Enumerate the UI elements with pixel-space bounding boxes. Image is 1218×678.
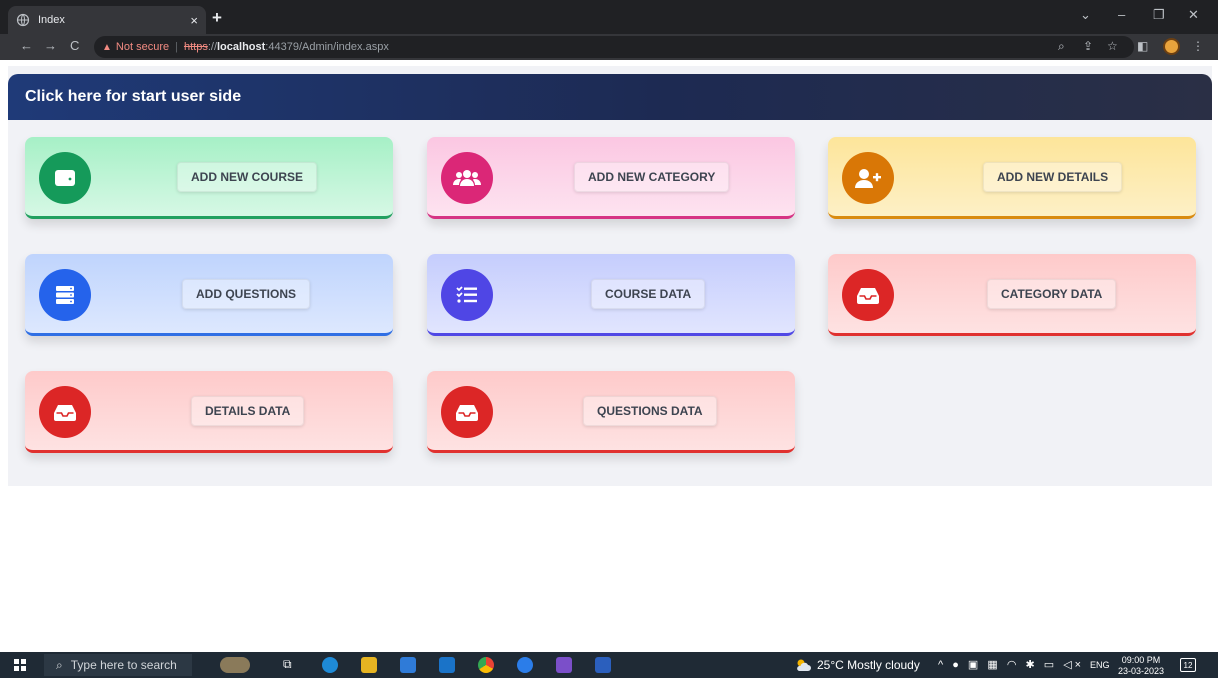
card-questions-data: QUESTIONS DATA [427,371,795,453]
card-add-new-category: ADD NEW CATEGORY [427,137,795,219]
user-plus-icon [842,152,894,204]
word-icon[interactable] [595,657,611,673]
questions-data-button[interactable]: QUESTIONS DATA [583,396,717,426]
users-icon [441,152,493,204]
file-explorer-icon[interactable] [361,657,377,673]
add-new-details-button[interactable]: ADD NEW DETAILS [983,162,1123,192]
add-questions-button[interactable]: ADD QUESTIONS [182,279,311,309]
wallet-icon [39,152,91,204]
task-view-icon[interactable]: ⧉ [283,657,299,673]
inbox-icon [441,386,493,438]
server-icon [39,269,91,321]
close-tab-icon[interactable]: × [190,13,198,28]
star-icon[interactable]: ☆ [1107,39,1118,53]
card-category-data: CATEGORY DATA [828,254,1196,336]
url-bar[interactable]: ▲ Not secure | https://localhost:44379/A… [94,36,1134,58]
admin-page: Click here for start user side ADD NEW C… [8,66,1212,486]
add-new-course-button[interactable]: ADD NEW COURSE [177,162,318,192]
visual-studio-icon[interactable] [556,657,572,673]
side-panel-icon[interactable]: ◧ [1137,39,1148,53]
system-tray-icons[interactable]: ^ ● ▣ ▦ ◠ ✱ ▭ ◁× [938,658,1084,671]
cloudy-weather-icon [797,659,811,671]
url-path: :44379/Admin/index.aspx [265,41,389,53]
divider: | [175,41,178,53]
course-data-button[interactable]: COURSE DATA [591,279,706,309]
card-course-data: COURSE DATA [427,254,795,336]
card-add-new-details: ADD NEW DETAILS [828,137,1196,219]
url-separator: :// [207,41,217,53]
reload-icon[interactable]: C [70,38,79,53]
clock-date: 23-03-2023 [1118,666,1165,676]
taskbar-clock[interactable]: 09:00 PM 23-03-2023 [1118,655,1164,677]
url-scheme: https [183,41,208,53]
weather-widget[interactable]: 25°C Mostly cloudy [795,658,920,672]
restore-icon[interactable]: ❐ [1153,7,1165,23]
profile-avatar[interactable] [1163,38,1180,55]
close-window-icon[interactable]: ✕ [1188,7,1199,23]
widget-animal-icon[interactable] [220,657,250,673]
card-add-questions: ADD QUESTIONS [25,254,393,336]
category-data-button[interactable]: CATEGORY DATA [987,279,1117,309]
minimize-icon[interactable]: – [1118,7,1125,22]
browser-tab[interactable]: Index × [8,6,206,34]
card-add-new-course: ADD NEW COURSE [25,137,393,219]
windows-start-icon[interactable] [14,659,26,671]
list-check-icon [441,269,493,321]
taskbar: ⌕ Type here to search ⧉ 25°C Mostly clou… [0,652,1218,678]
mail-icon[interactable] [439,657,455,673]
store-icon[interactable] [400,657,416,673]
menu-icon[interactable]: ⋮ [1192,39,1204,53]
edge-icon[interactable] [322,657,338,673]
share-icon[interactable]: ⇪ [1083,39,1093,53]
url-host: localhost [217,41,266,53]
browser-tabstrip: Index × + ⌄ – ❐ ✕ [0,0,1218,34]
chrome-icon[interactable] [478,657,494,673]
warning-icon: ▲ [102,41,112,53]
user-side-banner[interactable]: Click here for start user side [8,74,1212,120]
globe-icon [16,13,30,27]
taskbar-search[interactable]: ⌕ Type here to search [44,654,192,676]
inbox-icon [39,386,91,438]
inbox-icon [842,269,894,321]
language-indicator[interactable]: ENG [1090,660,1110,670]
card-details-data: DETAILS DATA [25,371,393,453]
zoom-icon[interactable]: ⌕ [1058,39,1065,54]
security-label[interactable]: Not secure [116,41,169,53]
add-new-category-button[interactable]: ADD NEW CATEGORY [574,162,730,192]
new-tab-button[interactable]: + [212,8,222,28]
tab-title: Index [38,14,65,26]
weather-text: 25°C Mostly cloudy [817,658,920,672]
forward-icon[interactable]: → [44,38,57,53]
signal-icon[interactable] [517,657,533,673]
chevron-down-icon[interactable]: ⌄ [1080,7,1091,23]
details-data-button[interactable]: DETAILS DATA [191,396,305,426]
address-toolbar: ← → C ▲ Not secure | https://localhost:4… [0,34,1218,60]
notification-icon[interactable]: 12 [1180,658,1196,672]
search-icon: ⌕ [56,657,63,672]
back-icon[interactable]: ← [20,38,33,53]
search-placeholder: Type here to search [70,658,177,672]
clock-time: 09:00 PM [1121,655,1161,665]
